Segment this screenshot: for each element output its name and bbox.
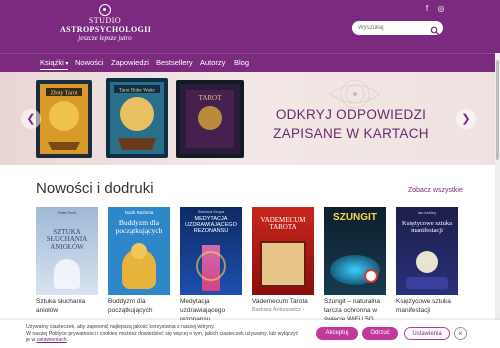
search-bar xyxy=(352,21,443,36)
book-title[interactable]: Vademecum Tarota xyxy=(252,297,314,306)
book-card[interactable]: VADEMECUM TAROTA Vademecum Tarota Barbar… xyxy=(252,207,314,314)
cover-title: SZUNGIT xyxy=(333,212,377,223)
banner-headline-line-2: ZAPISANE W KARTACH xyxy=(273,126,429,141)
nav-item-zapowiedzi[interactable]: Zapowiedzi xyxy=(111,58,149,68)
cover-title: Buddyzm dla początkujących xyxy=(115,218,163,235)
box-title-zloty-tarot: Złoty Tarot xyxy=(51,91,78,97)
facebook-icon[interactable]: f xyxy=(423,5,431,13)
logo-line-2: ASTROPSYCHOLOGII xyxy=(60,25,152,34)
book-card[interactable]: Noah Rasheta Buddyzm dla początkujących … xyxy=(108,207,170,315)
nav-item-ksiazki[interactable]: Książki ▾ xyxy=(40,58,69,70)
book-title[interactable]: Buddyzm dla początkujących xyxy=(108,297,170,315)
cover-author: Noah Rasheta xyxy=(124,210,154,215)
nav-item-autorzy[interactable]: Autorzy xyxy=(200,58,225,68)
book-card[interactable]: Kate Dent SZTUKA SŁUCHANIA ANIOŁÓW Sztuk… xyxy=(36,207,98,315)
cover-title: VADEMECUM TAROTA xyxy=(260,216,306,232)
chevron-down-icon: ▾ xyxy=(63,61,69,67)
book-cover[interactable]: VADEMECUM TAROTA xyxy=(252,207,314,295)
book-card[interactable]: Barbara Krupa MEDYTACJA UZDRAWIAJĄCEGO R… xyxy=(180,207,242,324)
cover-title: SZTUKA SŁUCHANIA ANIOŁÓW xyxy=(46,228,88,251)
accept-cookies-button[interactable]: Akceptuj xyxy=(316,327,358,340)
site-logo[interactable]: STUDIO ASTROPSYCHOLOGII jeszcze lepsze j… xyxy=(60,4,152,42)
book-card[interactable]: SZUNGIT Szungit – naturalna tarcza ochro… xyxy=(324,207,386,324)
book-author: Barbara Antonowicz - xyxy=(252,307,305,313)
banner-prev-arrow-icon[interactable]: ❮ xyxy=(21,109,41,129)
cover-title: MEDYTACJA UZDRAWIAJĄCEGO REZONANSU xyxy=(185,216,237,234)
cover-author: Kate Dent xyxy=(58,210,76,215)
book-cover[interactable]: Ian Ashley Księżycowe sztuka manifestacj… xyxy=(396,207,458,295)
cover-author: Ian Ashley xyxy=(417,210,437,215)
nav-item-label: Książki xyxy=(40,58,64,67)
book-card[interactable]: Ian Ashley Księżycowe sztuka manifestacj… xyxy=(396,207,458,315)
box-title-tarot: TAROT xyxy=(199,94,222,102)
book-title[interactable]: Sztuka słuchania aniołów xyxy=(36,297,98,315)
cookie-consent-bar: Używamy ciasteczek, aby zapewnić najleps… xyxy=(0,320,500,348)
site-header: STUDIO ASTROPSYCHOLOGII jeszcze lepsze j… xyxy=(0,0,500,53)
book-cover[interactable]: Kate Dent SZTUKA SŁUCHANIA ANIOŁÓW xyxy=(36,207,98,295)
nav-item-blog[interactable]: Blog xyxy=(234,58,249,68)
logo-mark-icon xyxy=(99,4,111,16)
banner-headline-line-1: ODKRYJ ODPOWIEDZI xyxy=(275,107,427,122)
nav-item-nowosci[interactable]: Nowości xyxy=(75,58,103,68)
instagram-icon[interactable]: ◎ xyxy=(437,5,445,13)
section-title: Nowości i dodruki xyxy=(36,180,154,197)
book-title[interactable]: Księżycowe sztuka manifestacji xyxy=(396,297,458,315)
book-cover[interactable]: SZUNGIT xyxy=(324,207,386,295)
reject-cookies-button[interactable]: Odrzuć xyxy=(362,327,398,340)
search-input[interactable] xyxy=(358,22,428,34)
cookie-settings-link[interactable]: ustawieniach xyxy=(37,337,67,343)
box-title-rider-waite: Tarot Rider Waite xyxy=(119,89,155,94)
cookie-text: Używamy ciasteczek, aby zapewnić najleps… xyxy=(26,324,306,344)
logo-line-1: STUDIO xyxy=(88,16,122,25)
scrollbar-thumb[interactable] xyxy=(496,60,499,160)
nav-item-bestsellery[interactable]: Bestsellery xyxy=(156,58,193,68)
cover-title: Księżycowe sztuka manifestacji xyxy=(402,220,452,234)
search-icon[interactable] xyxy=(430,23,440,36)
cookie-line-3-suffix: . xyxy=(66,337,69,343)
book-cover[interactable]: Barbara Krupa MEDYTACJA UZDRAWIAJĄCEGO R… xyxy=(180,207,242,295)
logo-tagline: jeszcze lepsze jutro xyxy=(78,34,132,42)
cover-author: Barbara Krupa xyxy=(197,209,224,214)
cookie-line-3: je w ustawieniach. xyxy=(26,337,306,344)
see-all-link[interactable]: Zobacz wszystkie xyxy=(408,187,463,194)
book-cover[interactable]: Noah Rasheta Buddyzm dla początkujących xyxy=(108,207,170,295)
cookie-settings-button[interactable]: Ustawienia xyxy=(404,327,450,340)
close-icon[interactable]: × xyxy=(454,327,467,340)
main-nav: Książki ▾ Nowości Zapowiedzi Bestsellery… xyxy=(0,53,500,72)
banner-next-arrow-icon[interactable]: ❯ xyxy=(456,109,476,129)
cookie-line-3-prefix: je w xyxy=(26,337,36,343)
